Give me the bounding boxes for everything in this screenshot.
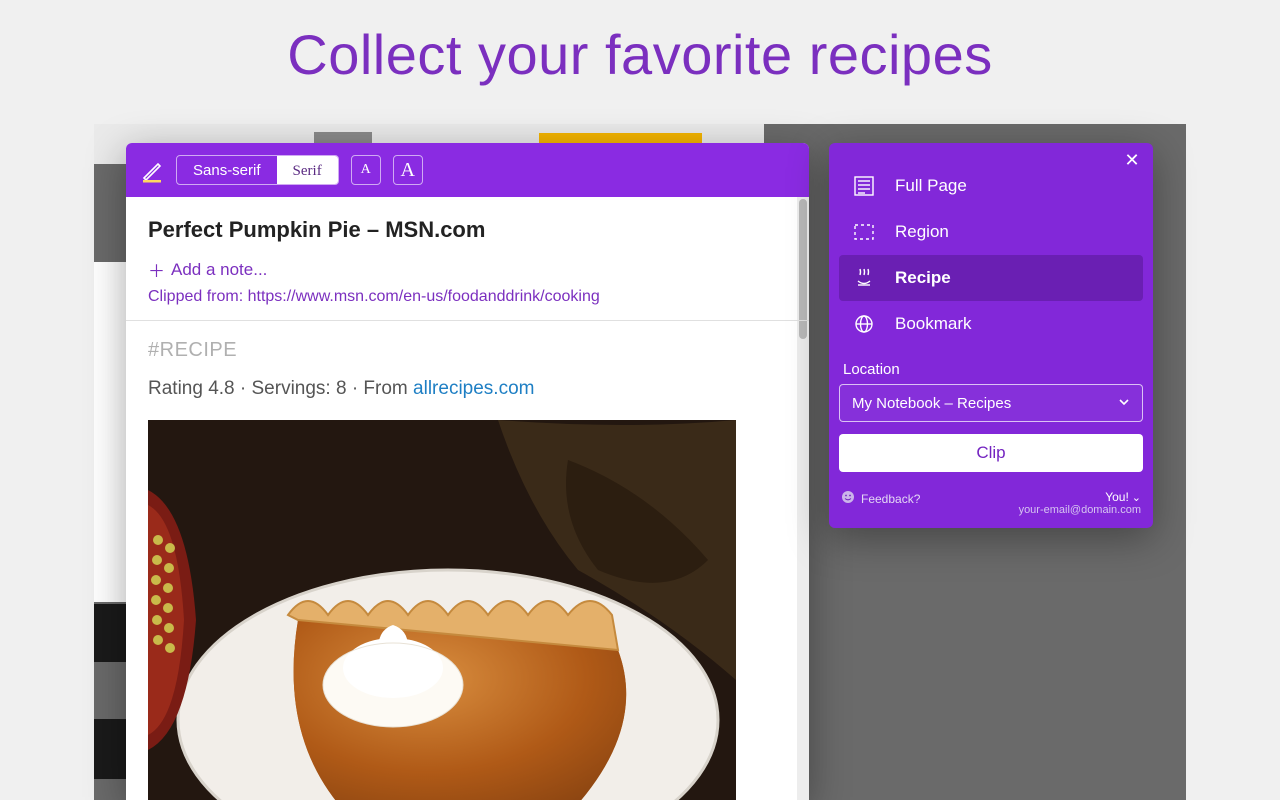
font-sans-button[interactable]: Sans-serif (177, 156, 277, 184)
clipped-from: Clipped from: https://www.msn.com/en-us/… (148, 288, 787, 306)
preview-panel: Sans-serif Serif A A Perfect Pumpkin Pie… (126, 143, 809, 800)
chevron-down-icon: ⌄ (1132, 492, 1141, 504)
mode-full-page[interactable]: Full Page (839, 163, 1143, 209)
user-menu[interactable]: You!⌄ your-email@domain.com (1019, 490, 1141, 516)
font-serif-button[interactable]: Serif (277, 156, 338, 184)
recipe-source-link[interactable]: allrecipes.com (413, 378, 534, 399)
clip-mode-list: Full Page Region Recipe (839, 163, 1143, 347)
recipe-icon (851, 267, 877, 289)
user-email: your-email@domain.com (1019, 504, 1141, 516)
font-size-large-button[interactable]: A (393, 155, 423, 185)
clip-title: Perfect Pumpkin Pie – MSN.com (148, 217, 787, 243)
smiley-icon (841, 490, 855, 507)
mode-label: Bookmark (895, 314, 972, 334)
font-style-switch: Sans-serif Serif (176, 155, 339, 185)
recipe-meta-line: Rating 4.8 · Servings: 8 · From allrecip… (148, 378, 787, 400)
add-note-button[interactable]: ＋ Add a note... (148, 257, 787, 282)
recipe-image (148, 420, 736, 800)
full-page-icon (851, 175, 877, 197)
highlight-icon[interactable] (140, 158, 164, 182)
mode-region[interactable]: Region (839, 209, 1143, 255)
mode-label: Region (895, 222, 949, 242)
location-label: Location (839, 347, 1143, 384)
mode-recipe[interactable]: Recipe (839, 255, 1143, 301)
chevron-down-icon (1118, 395, 1130, 412)
clipper-sidebar: ✕ Full Page Region (829, 143, 1153, 528)
plus-icon: ＋ (148, 257, 165, 282)
mode-label: Full Page (895, 176, 967, 196)
location-value: My Notebook – Recipes (852, 395, 1011, 412)
mode-bookmark[interactable]: Bookmark (839, 301, 1143, 347)
feedback-link[interactable]: Feedback? (841, 490, 920, 507)
location-select[interactable]: My Notebook – Recipes (839, 384, 1143, 422)
page-headline: Collect your favorite recipes (0, 0, 1280, 87)
feedback-label: Feedback? (861, 492, 920, 506)
preview-toolbar: Sans-serif Serif A A (126, 143, 809, 197)
bookmark-icon (851, 313, 877, 335)
recipe-tag: #RECIPE (148, 339, 787, 362)
mode-label: Recipe (895, 268, 951, 288)
region-icon (851, 221, 877, 243)
preview-body: Perfect Pumpkin Pie – MSN.com ＋ Add a no… (126, 197, 809, 800)
clip-button[interactable]: Clip (839, 434, 1143, 472)
add-note-label: Add a note... (171, 260, 267, 280)
font-size-small-button[interactable]: A (351, 155, 381, 185)
close-icon[interactable]: ✕ (1121, 149, 1143, 171)
